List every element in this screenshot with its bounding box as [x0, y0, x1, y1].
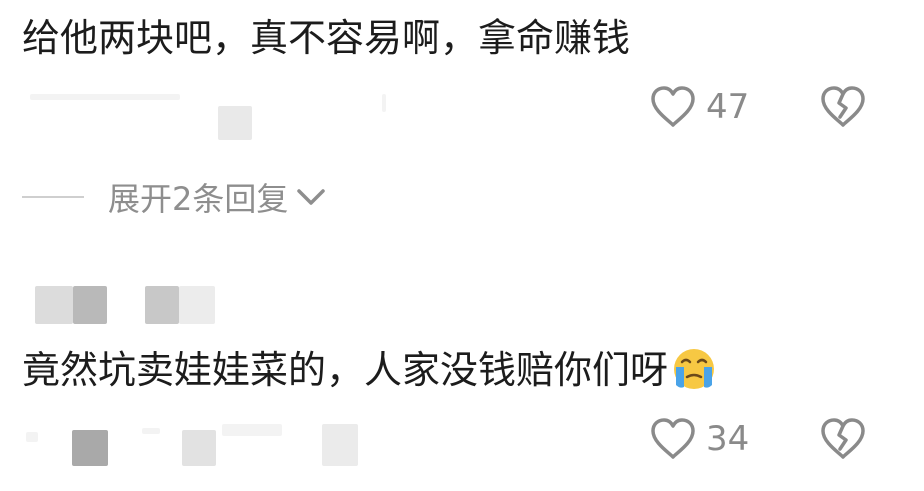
comment-text-2-body: 竟然坑卖娃娃菜的，人家没钱赔你们呀 — [22, 348, 669, 392]
comment-text-2: 竟然坑卖娃娃菜的，人家没钱赔你们呀 — [22, 346, 716, 402]
heart-outline-icon — [650, 86, 696, 128]
blurred-meta — [322, 424, 358, 466]
blurred-meta — [182, 430, 216, 466]
chevron-down-icon — [296, 187, 326, 207]
divider-line — [22, 196, 84, 198]
blurred-meta — [26, 432, 38, 442]
like-count-1: 47 — [706, 87, 750, 127]
expand-replies[interactable]: 展开2条回复 — [22, 172, 622, 222]
blurred-avatar — [73, 286, 107, 324]
broken-heart-icon — [820, 86, 866, 128]
expand-replies-label: 展开2条回复 — [108, 180, 289, 218]
blurred-meta — [218, 106, 252, 140]
like-count-2: 34 — [706, 419, 750, 459]
dislike-button-2[interactable] — [820, 418, 866, 460]
comment-header-2 — [35, 286, 435, 326]
broken-heart-icon — [820, 418, 866, 460]
blurred-meta — [142, 428, 160, 434]
blurred-meta — [382, 94, 386, 112]
blurred-username — [145, 286, 179, 324]
blurred-meta — [222, 424, 282, 436]
comment-meta-1: 47 — [22, 86, 902, 140]
comment-meta-2: 34 — [22, 418, 902, 466]
crying-face-emoji — [672, 347, 716, 402]
like-button-1[interactable]: 47 — [650, 86, 749, 128]
like-button-2[interactable]: 34 — [650, 418, 749, 460]
blurred-meta — [72, 430, 108, 466]
blurred-avatar — [35, 286, 73, 324]
blurred-username — [179, 286, 215, 324]
dislike-button-1[interactable] — [820, 86, 866, 128]
blurred-username — [30, 94, 180, 100]
heart-outline-icon — [650, 418, 696, 460]
comment-text-1: 给他两块吧，真不容易啊，拿命赚钱 — [22, 16, 631, 60]
